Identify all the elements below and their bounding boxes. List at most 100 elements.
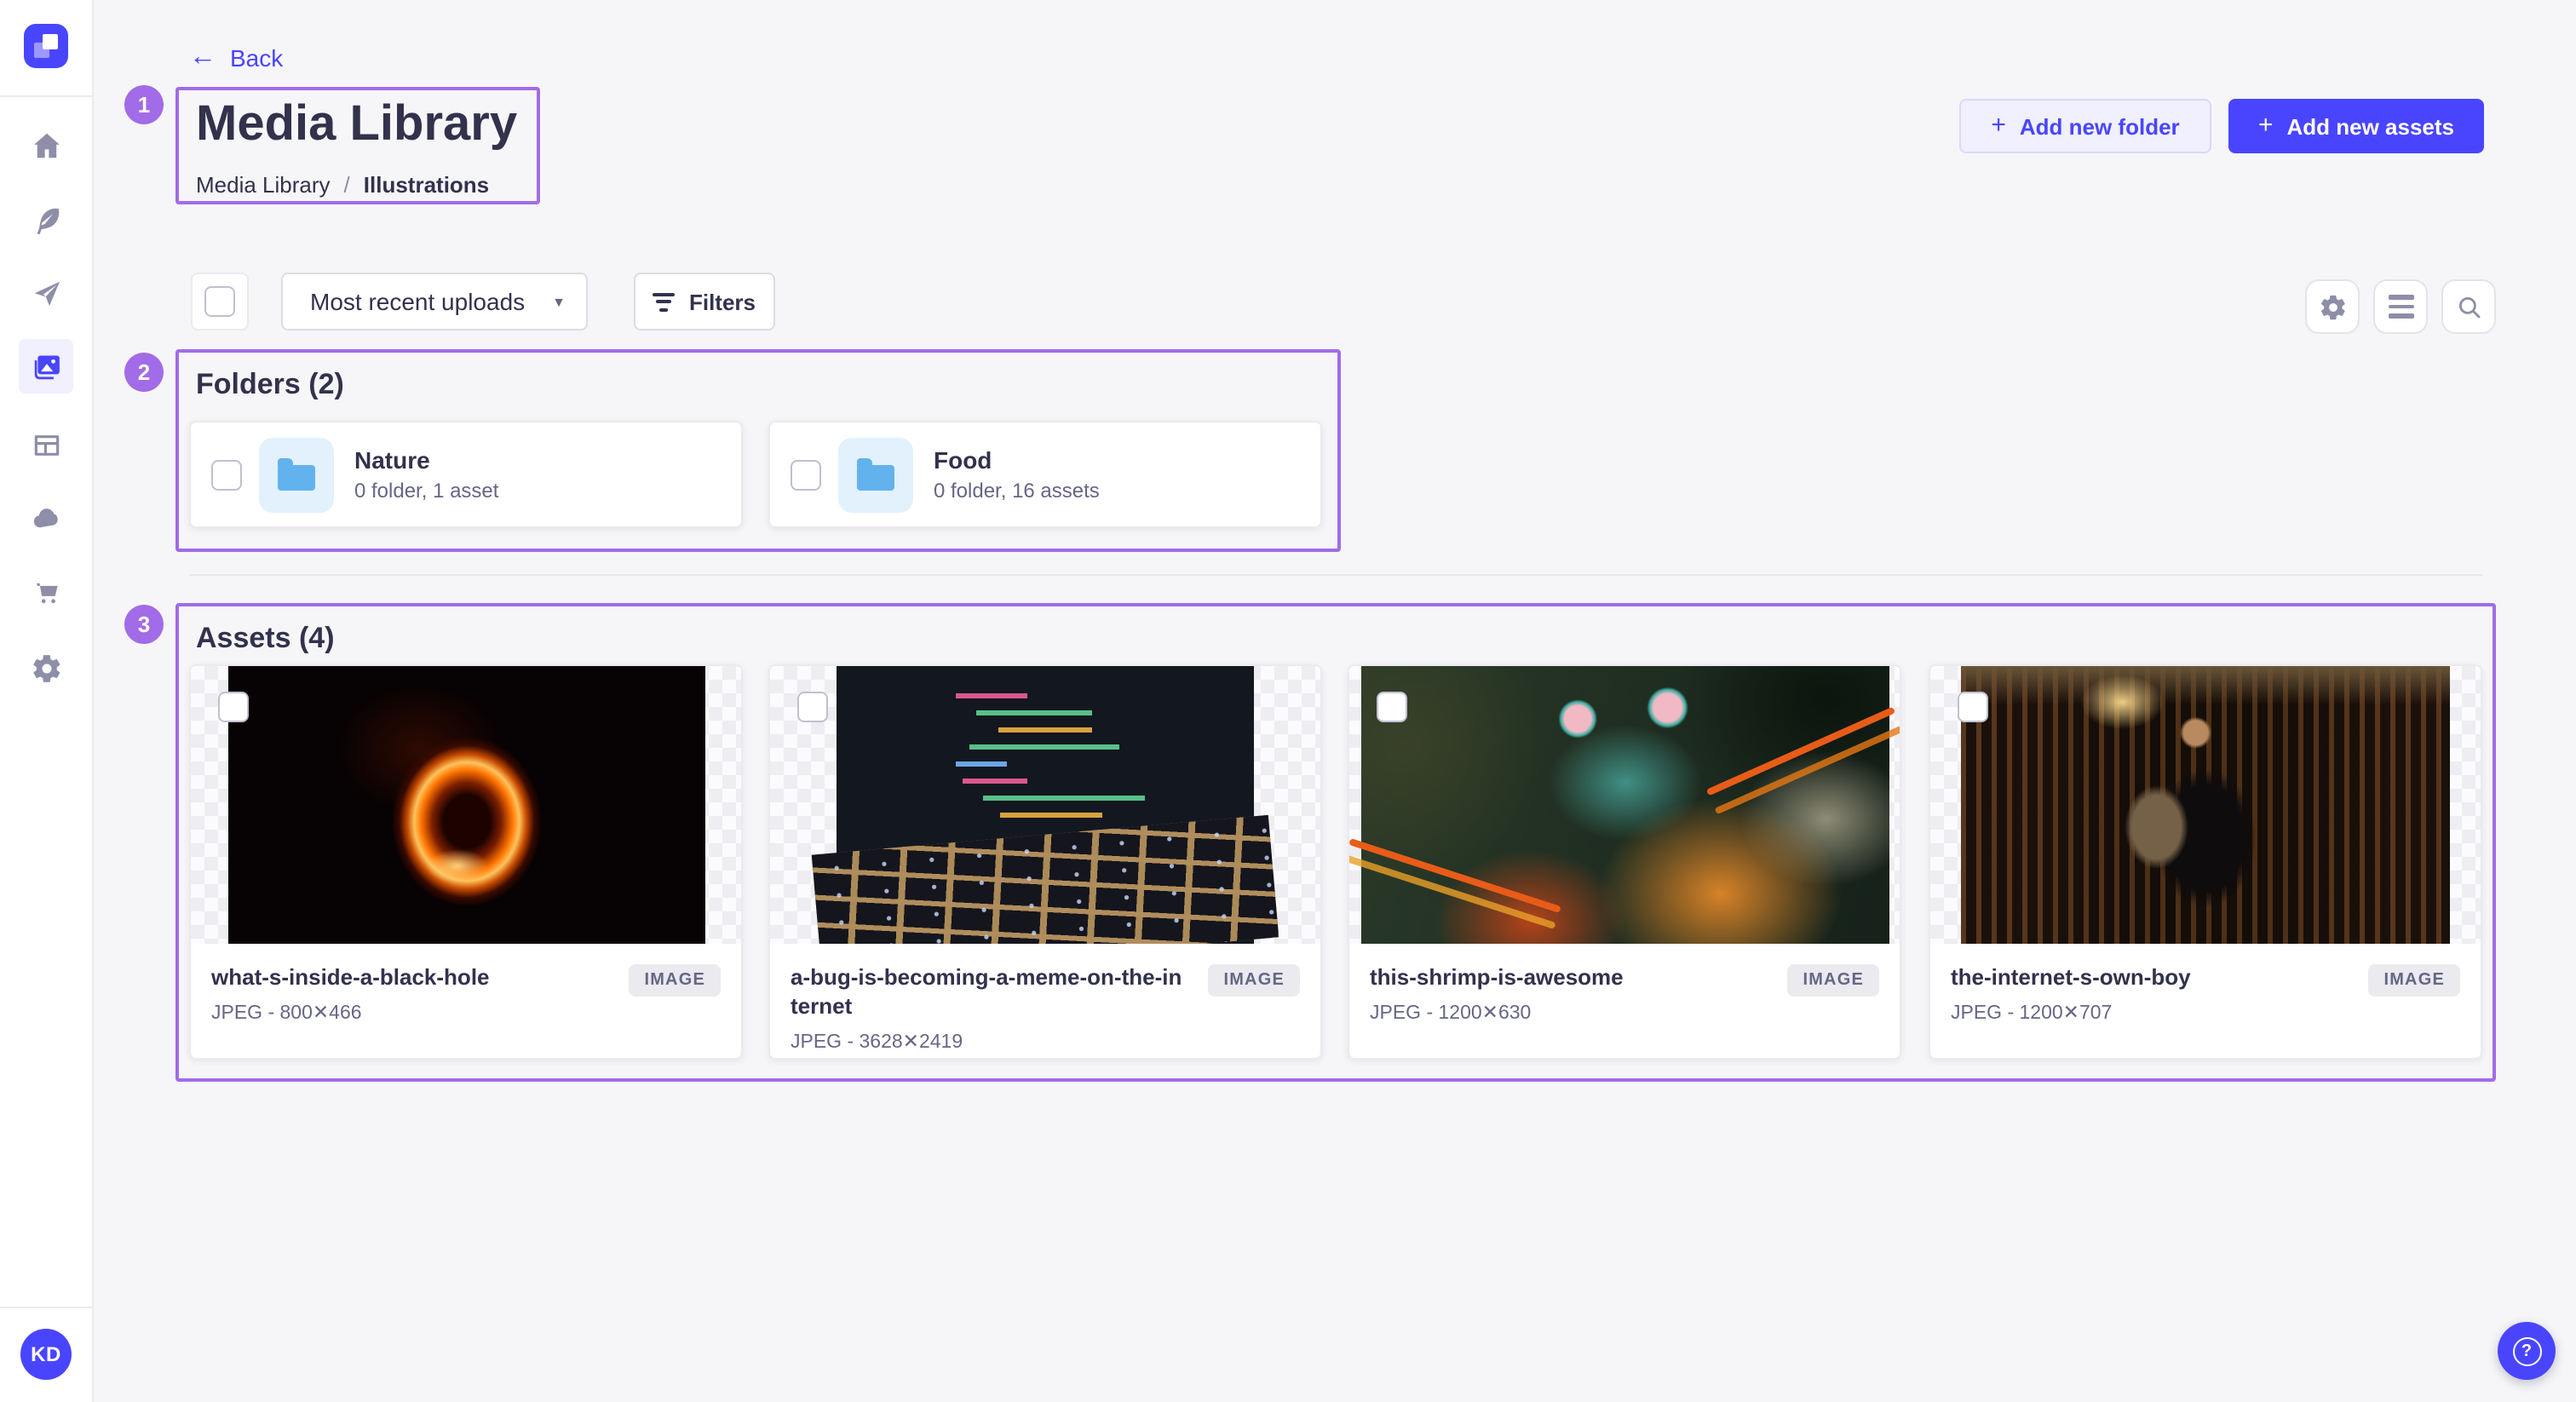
list-view-button[interactable]	[2373, 279, 2428, 334]
asset-checkbox[interactable]	[1377, 692, 1407, 722]
asset-preview	[191, 666, 741, 944]
asset-card[interactable]: what-s-inside-a-black-hole JPEG - 800✕46…	[189, 664, 743, 1060]
search-icon	[2454, 292, 2483, 321]
folder-checkbox[interactable]	[791, 459, 821, 490]
plus-icon: +	[2258, 112, 2274, 138]
asset-checkbox[interactable]	[1958, 692, 1988, 722]
asset-meta: JPEG - 1200✕630	[1370, 1000, 1624, 1024]
plus-icon: +	[1991, 112, 2006, 138]
asset-thumbnail-shrimp	[1360, 666, 1889, 944]
home-icon	[30, 129, 62, 161]
sidebar-item-settings[interactable]	[19, 641, 73, 695]
add-new-assets-button[interactable]: + Add new assets	[2228, 99, 2484, 153]
logo-shape	[34, 43, 49, 58]
asset-text: this-shrimp-is-awesome JPEG - 1200✕630	[1370, 964, 1624, 1024]
help-icon: ?	[2512, 1336, 2541, 1365]
sort-dropdown[interactable]: Most recent uploads ▼	[281, 273, 588, 330]
add-new-assets-label: Add new assets	[2287, 113, 2455, 139]
folder-name: Nature	[354, 446, 498, 474]
breadcrumb-root[interactable]: Media Library	[196, 172, 331, 198]
asset-meta: JPEG - 1200✕707	[1951, 1000, 2191, 1024]
asset-card[interactable]: a-bug-is-becoming-a-meme-on-the-internet…	[768, 664, 1322, 1060]
sidebar-item-content-manager[interactable]	[19, 192, 73, 247]
folder-icon	[857, 465, 894, 491]
sidebar: KD	[0, 0, 94, 1402]
asset-type-badge: IMAGE	[1787, 964, 1879, 997]
back-link[interactable]: ← Back	[189, 44, 283, 72]
asset-name: a-bug-is-becoming-a-meme-on-the-internet	[791, 964, 1186, 1022]
page-title: Media Library	[196, 97, 517, 153]
chevron-down-icon: ▼	[552, 294, 566, 309]
asset-preview	[770, 666, 1320, 944]
media-library-page: KD ← Back 1 Media Library Media Library …	[0, 0, 2576, 1402]
sidebar-item-marketplace[interactable]	[19, 564, 73, 618]
asset-footer: a-bug-is-becoming-a-meme-on-the-internet…	[770, 944, 1320, 1073]
filters-label: Filters	[689, 289, 756, 314]
add-new-folder-button[interactable]: + Add new folder	[1959, 99, 2211, 153]
asset-thumbnail-library	[1961, 666, 2450, 944]
folder-name: Food	[934, 446, 1100, 474]
cart-icon	[30, 575, 62, 607]
asset-card[interactable]: this-shrimp-is-awesome JPEG - 1200✕630 I…	[1348, 664, 1901, 1060]
asset-footer: this-shrimp-is-awesome JPEG - 1200✕630 I…	[1349, 944, 1900, 1044]
asset-type-badge: IMAGE	[1208, 964, 1300, 997]
folder-checkbox[interactable]	[211, 459, 242, 490]
strapi-logo[interactable]	[24, 24, 68, 68]
view-settings-button[interactable]	[2305, 279, 2360, 334]
breadcrumb-separator: /	[344, 172, 350, 198]
cloud-icon	[30, 502, 62, 534]
folder-meta: 0 folder, 16 assets	[934, 479, 1100, 503]
asset-footer: the-internet-s-own-boy JPEG - 1200✕707 I…	[1930, 944, 2481, 1044]
asset-type-badge: IMAGE	[629, 964, 721, 997]
asset-text: a-bug-is-becoming-a-meme-on-the-internet…	[791, 964, 1186, 1053]
asset-name: what-s-inside-a-black-hole	[211, 964, 490, 993]
asset-checkbox[interactable]	[218, 692, 249, 722]
folder-card-food[interactable]: Food 0 folder, 16 assets	[768, 421, 1322, 528]
select-all-checkbox[interactable]	[204, 286, 235, 317]
folders-heading: Folders (2)	[196, 368, 344, 402]
sidebar-item-media-library[interactable]	[19, 339, 73, 394]
section-divider	[189, 574, 2482, 576]
gear-icon	[30, 652, 62, 684]
media-library-icon	[30, 350, 62, 382]
paper-plane-icon	[30, 277, 62, 309]
sidebar-item-home[interactable]	[19, 118, 73, 172]
breadcrumb: Media Library / Illustrations	[196, 172, 489, 198]
sidebar-item-content-type-builder[interactable]	[19, 417, 73, 472]
assets-heading: Assets (4)	[196, 622, 335, 656]
gear-icon	[2318, 292, 2347, 321]
add-new-folder-label: Add new folder	[2020, 113, 2180, 139]
filters-button[interactable]: Filters	[634, 273, 775, 330]
asset-text: the-internet-s-own-boy JPEG - 1200✕707	[1951, 964, 2191, 1024]
help-button[interactable]: ?	[2498, 1322, 2556, 1380]
annotation-step-1: 1	[124, 85, 164, 124]
sidebar-footer-divider	[0, 1307, 94, 1308]
asset-preview	[1930, 666, 2481, 944]
asset-name: the-internet-s-own-boy	[1951, 964, 2191, 993]
asset-type-badge: IMAGE	[2368, 964, 2460, 997]
annotation-step-3: 3	[124, 605, 164, 644]
filter-icon	[653, 292, 676, 311]
sidebar-item-cloud[interactable]	[19, 491, 73, 545]
list-icon	[2388, 296, 2413, 318]
folder-text: Nature 0 folder, 1 asset	[354, 446, 498, 503]
folder-card-nature[interactable]: Nature 0 folder, 1 asset	[189, 421, 743, 528]
folder-tile	[259, 437, 334, 512]
asset-meta: JPEG - 3628✕2419	[791, 1029, 1186, 1053]
asset-meta: JPEG - 800✕466	[211, 1000, 490, 1024]
asset-card[interactable]: the-internet-s-own-boy JPEG - 1200✕707 I…	[1929, 664, 2482, 1060]
search-button[interactable]	[2441, 279, 2496, 334]
back-label: Back	[230, 44, 283, 72]
user-avatar[interactable]: KD	[20, 1329, 72, 1380]
asset-thumbnail-black-hole	[227, 666, 704, 944]
folder-text: Food 0 folder, 16 assets	[934, 446, 1100, 503]
back-arrow-icon: ←	[189, 44, 216, 72]
asset-preview	[1349, 666, 1900, 944]
asset-thumbnail-code-laptop	[837, 666, 1254, 944]
feather-icon	[30, 204, 62, 236]
sidebar-item-releases[interactable]	[19, 266, 73, 320]
sort-dropdown-value: Most recent uploads	[310, 288, 525, 315]
asset-footer: what-s-inside-a-black-hole JPEG - 800✕46…	[191, 944, 741, 1044]
asset-checkbox[interactable]	[797, 692, 828, 722]
folder-icon	[278, 465, 315, 491]
